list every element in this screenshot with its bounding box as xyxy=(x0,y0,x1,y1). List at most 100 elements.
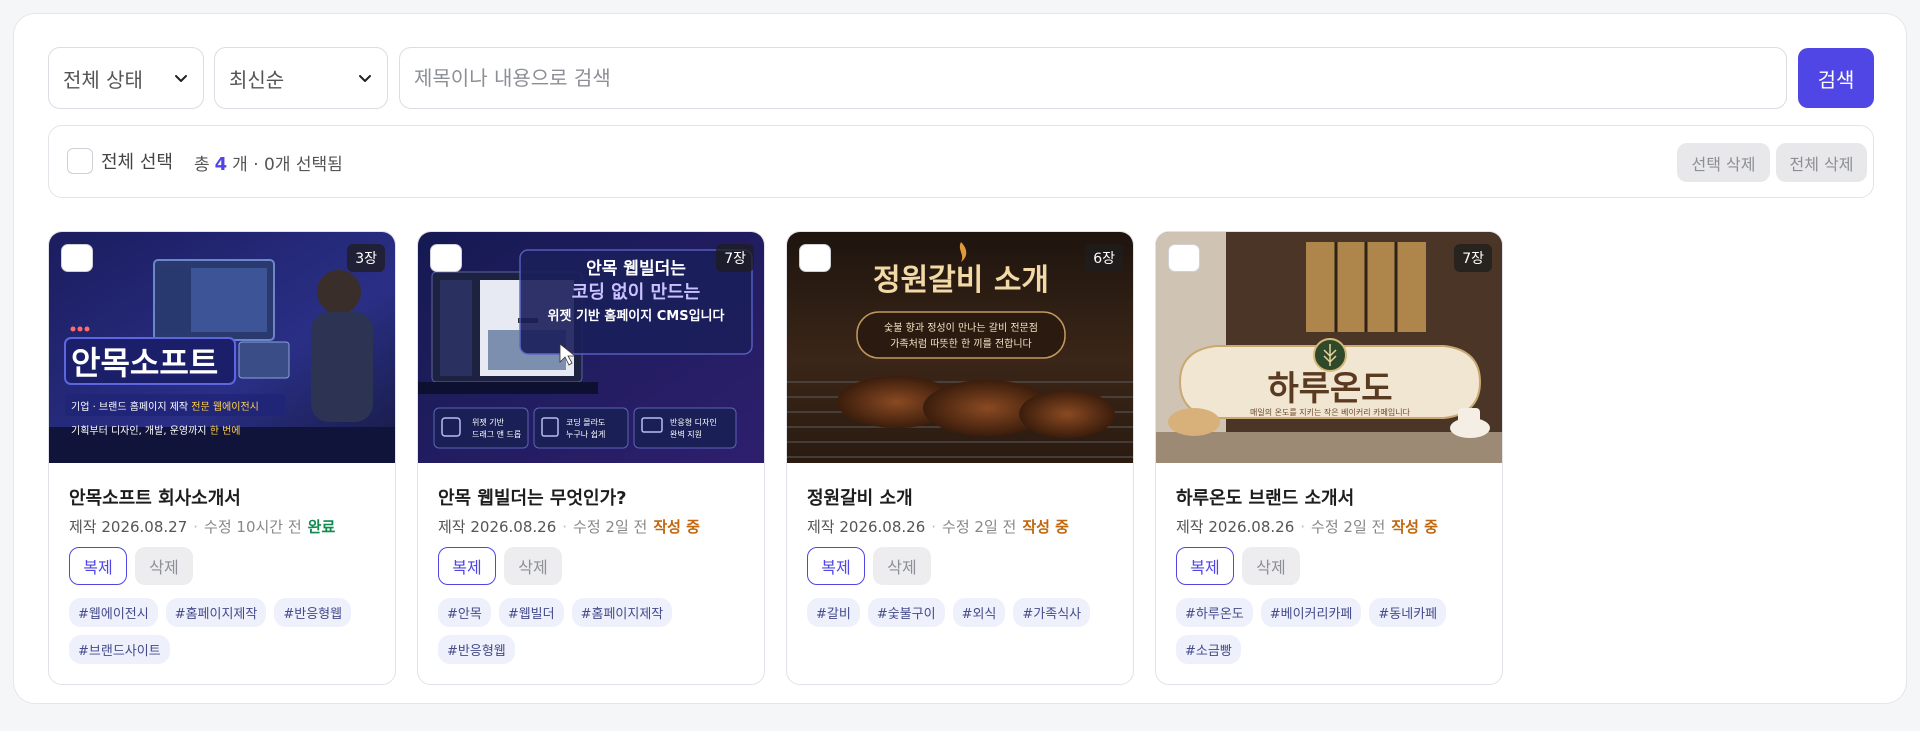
meta-separator: · xyxy=(931,517,937,536)
search-input[interactable] xyxy=(399,47,1787,109)
thumb-sub-2: 가족처럼 따뜻한 한 끼를 전합니다 xyxy=(890,337,1032,350)
total-suffix: 개 · 0개 선택됨 xyxy=(232,155,343,175)
thumb-headline: 안목소프트 xyxy=(71,344,218,382)
thumb-line-2: 코딩 없이 만드는 xyxy=(572,282,700,303)
card-meta: 제작 2026.08.26 · 수정 2일 전 작성 중 xyxy=(807,516,1069,537)
chevron-down-icon xyxy=(175,75,187,82)
selection-bar: 전체 선택 총 4 개 · 0개 선택됨 선택 삭제 전체 삭제 xyxy=(48,125,1874,198)
thumbnail-image: 정원갈비 소개 숯불 향과 정성이 만나는 갈비 전문점 가족처럼 따뜻한 한 … xyxy=(787,232,1133,463)
page-count-badge: 3장 xyxy=(347,244,385,272)
card-thumbnail[interactable]: 안목 웹빌더는 코딩 없이 만드는 위젯 기반 홈페이지 CMS입니다 위젯 기… xyxy=(418,232,764,463)
meta-separator: · xyxy=(1300,517,1306,536)
thumbnail-image: 하루온도 매일의 온도를 지키는 작은 베이커리 카페입니다 xyxy=(1156,232,1502,463)
tag-chip[interactable]: #브랜드사이트 xyxy=(69,635,170,664)
created-date: 제작 2026.08.26 xyxy=(1176,518,1295,536)
created-date: 제작 2026.08.27 xyxy=(69,518,188,536)
document-card[interactable]: 하루온도 매일의 온도를 지키는 작은 베이커리 카페입니다 7장 하루온도 브… xyxy=(1155,231,1503,685)
tag-list: #웹에이전시 #홈페이지제작 #반응형웹 #브랜드사이트 xyxy=(69,598,379,664)
filter-bar: 전체 상태 최신순 검색 xyxy=(48,47,1874,109)
delete-selected-button[interactable]: 선택 삭제 xyxy=(1677,143,1770,182)
status-filter-label: 전체 상태 xyxy=(63,67,143,92)
card-title[interactable]: 하루온도 브랜드 소개서 xyxy=(1176,484,1354,510)
status-badge: 완료 xyxy=(307,518,336,536)
status-badge: 작성 중 xyxy=(1391,518,1438,536)
thumb-line-1: 안목 웹빌더는 xyxy=(586,259,686,279)
duplicate-button[interactable]: 복제 xyxy=(69,547,127,585)
tag-list: #갈비 #숯불구이 #외식 #가족식사 xyxy=(807,598,1117,627)
selection-count: 총 4 개 · 0개 선택됨 xyxy=(194,150,343,175)
thumb-headline: 정원갈비 소개 xyxy=(873,263,1049,298)
modified-time: 수정 2일 전 xyxy=(942,518,1017,536)
tag-chip[interactable]: #소금빵 xyxy=(1176,635,1241,664)
created-date: 제작 2026.08.26 xyxy=(438,518,557,536)
delete-button[interactable]: 삭제 xyxy=(504,547,562,585)
delete-button[interactable]: 삭제 xyxy=(873,547,931,585)
sort-select[interactable]: 최신순 xyxy=(214,47,388,109)
search-button[interactable]: 검색 xyxy=(1798,48,1874,108)
select-all-checkbox[interactable] xyxy=(67,148,93,174)
card-title[interactable]: 정원갈비 소개 xyxy=(807,484,913,510)
modified-time: 수정 10시간 전 xyxy=(204,518,302,536)
status-badge: 작성 중 xyxy=(1022,518,1069,536)
feature-2-line-2: 누구나 쉽게 xyxy=(566,429,605,439)
feature-1-line-1: 위젯 기반 xyxy=(472,417,505,427)
tag-chip[interactable]: #외식 xyxy=(952,598,1006,627)
feature-3-line-1: 반응형 디자인 xyxy=(670,417,717,427)
duplicate-button[interactable]: 복제 xyxy=(438,547,496,585)
delete-button[interactable]: 삭제 xyxy=(1242,547,1300,585)
tag-chip[interactable]: #반응형웹 xyxy=(438,635,515,664)
thumb-sub-1: 숯불 향과 정성이 만나는 갈비 전문점 xyxy=(884,321,1038,334)
select-all-label: 전체 선택 xyxy=(101,152,173,173)
page-count-badge: 7장 xyxy=(1454,244,1492,272)
card-meta: 제작 2026.08.26 · 수정 2일 전 작성 중 xyxy=(1176,516,1438,537)
thumbnail-image: 안목소프트 기업 · 브랜드 홈페이지 제작 전문 웹에이전시 기획부터 디자인… xyxy=(49,232,395,463)
tag-chip[interactable]: #갈비 xyxy=(807,598,860,627)
feature-3-line-2: 완벽 지원 xyxy=(670,429,702,439)
card-select-checkbox[interactable] xyxy=(430,244,462,272)
tag-chip[interactable]: #안목 xyxy=(438,598,491,627)
document-card[interactable]: 정원갈비 소개 숯불 향과 정성이 만나는 갈비 전문점 가족처럼 따뜻한 한 … xyxy=(786,231,1134,685)
tag-chip[interactable]: #베이커리카페 xyxy=(1260,598,1362,627)
tag-chip[interactable]: #홈페이지제작 xyxy=(571,598,673,627)
tag-chip[interactable]: #웹에이전시 xyxy=(69,598,158,627)
tag-list: #안목 #웹빌더 #홈페이지제작 #반응형웹 xyxy=(438,598,748,664)
card-meta: 제작 2026.08.27 · 수정 10시간 전 완료 xyxy=(69,516,335,537)
tag-chip[interactable]: #홈페이지제작 xyxy=(165,598,267,627)
tag-chip[interactable]: #동네카페 xyxy=(1369,598,1447,627)
document-card[interactable]: 안목 웹빌더는 코딩 없이 만드는 위젯 기반 홈페이지 CMS입니다 위젯 기… xyxy=(417,231,765,685)
tag-list: #하루온도 #베이커리카페 #동네카페 #소금빵 xyxy=(1176,598,1486,664)
delete-all-button[interactable]: 전체 삭제 xyxy=(1776,143,1867,182)
status-badge: 작성 중 xyxy=(653,518,700,536)
card-title[interactable]: 안목소프트 회사소개서 xyxy=(69,484,241,510)
status-filter-select[interactable]: 전체 상태 xyxy=(48,47,204,109)
tag-chip[interactable]: #웹빌더 xyxy=(498,598,564,627)
card-title[interactable]: 안목 웹빌더는 무엇인가? xyxy=(438,484,627,510)
duplicate-button[interactable]: 복제 xyxy=(1176,547,1234,585)
card-select-checkbox[interactable] xyxy=(1168,244,1200,272)
card-thumbnail[interactable]: 하루온도 매일의 온도를 지키는 작은 베이커리 카페입니다 7장 xyxy=(1156,232,1502,463)
card-thumbnail[interactable]: 정원갈비 소개 숯불 향과 정성이 만나는 갈비 전문점 가족처럼 따뜻한 한 … xyxy=(787,232,1133,463)
meta-separator: · xyxy=(562,517,568,536)
tag-chip[interactable]: #가족식사 xyxy=(1013,598,1091,627)
document-card[interactable]: 안목소프트 기업 · 브랜드 홈페이지 제작 전문 웹에이전시 기획부터 디자인… xyxy=(48,231,396,685)
tag-chip[interactable]: #반응형웹 xyxy=(274,598,352,627)
page-count-badge: 7장 xyxy=(716,244,754,272)
feature-2-line-1: 코딩 몰라도 xyxy=(566,417,605,427)
tag-chip[interactable]: #하루온도 xyxy=(1176,598,1253,627)
thumb-line-2: 기획부터 디자인, 개발, 운영까지 한 번에 xyxy=(71,425,240,437)
card-select-checkbox[interactable] xyxy=(799,244,831,272)
created-date: 제작 2026.08.26 xyxy=(807,518,926,536)
tag-chip[interactable]: #숯불구이 xyxy=(867,598,945,627)
content-panel: 전체 상태 최신순 검색 전체 선택 총 4 개 · 0개 선택됨 선택 삭제 … xyxy=(13,13,1907,704)
modified-time: 수정 2일 전 xyxy=(573,518,648,536)
duplicate-button[interactable]: 복제 xyxy=(807,547,865,585)
select-all-toggle[interactable]: 전체 선택 xyxy=(67,148,173,174)
card-select-checkbox[interactable] xyxy=(61,244,93,272)
chevron-down-icon xyxy=(359,75,371,82)
feature-1-line-2: 드래그 앤 드롭 xyxy=(472,429,521,439)
delete-button[interactable]: 삭제 xyxy=(135,547,193,585)
card-thumbnail[interactable]: 안목소프트 기업 · 브랜드 홈페이지 제작 전문 웹에이전시 기획부터 디자인… xyxy=(49,232,395,463)
total-count: 4 xyxy=(214,154,228,175)
thumb-line-1: 기업 · 브랜드 홈페이지 제작 전문 웹에이전시 xyxy=(71,400,259,413)
thumb-line-3: 위젯 기반 홈페이지 CMS입니다 xyxy=(548,308,725,324)
